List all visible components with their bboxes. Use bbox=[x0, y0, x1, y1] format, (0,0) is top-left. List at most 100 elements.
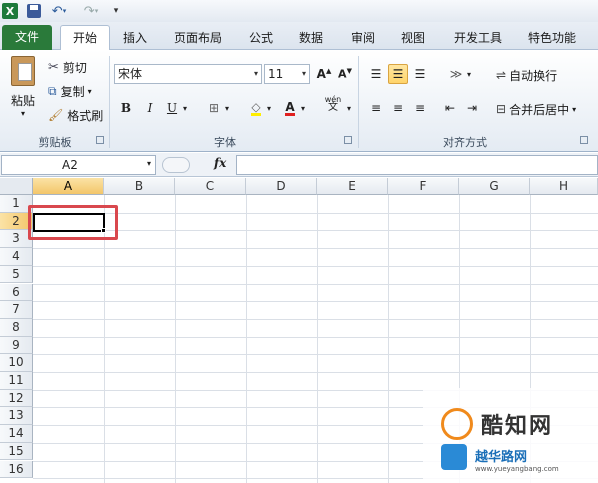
scissors-icon: ✂ bbox=[48, 59, 59, 75]
alignment-launcher-icon[interactable] bbox=[580, 136, 588, 144]
formula-bar-resize-handle[interactable] bbox=[162, 157, 190, 173]
clipboard-launcher-icon[interactable] bbox=[96, 136, 104, 144]
chevron-down-icon[interactable]: ▾ bbox=[344, 98, 354, 118]
grid-line bbox=[388, 195, 389, 483]
tab-insert[interactable]: 插入 bbox=[116, 27, 154, 49]
increase-font-size-button[interactable]: A▲ bbox=[314, 64, 334, 84]
orientation-icon[interactable]: ≫ bbox=[446, 64, 466, 84]
increase-indent-icon[interactable]: ⇥ bbox=[462, 98, 482, 118]
format-painter-button[interactable]: 🖌 格式刷 bbox=[48, 106, 103, 124]
grid-line bbox=[33, 265, 598, 267]
row-header-8[interactable]: 8 bbox=[0, 318, 33, 337]
column-header-g[interactable]: G bbox=[459, 178, 530, 195]
italic-button[interactable]: I bbox=[140, 98, 160, 118]
name-box[interactable]: A2 ▾ bbox=[1, 155, 156, 175]
borders-icon[interactable]: ⊞ bbox=[204, 98, 224, 118]
merge-center-button[interactable]: ⊟ 合并后居中 ▾ bbox=[496, 100, 576, 118]
column-header-b[interactable]: B bbox=[104, 178, 175, 195]
column-header-d[interactable]: D bbox=[246, 178, 317, 195]
align-bottom-icon[interactable]: ☰ bbox=[410, 64, 430, 84]
tab-view[interactable]: 视图 bbox=[394, 27, 432, 49]
row-header-11[interactable]: 11 bbox=[0, 372, 33, 390]
copy-button[interactable]: ⧉ 复制 ▾ bbox=[48, 82, 92, 100]
align-right-icon[interactable]: ≡ bbox=[410, 98, 430, 118]
chevron-down-icon[interactable]: ▾ bbox=[464, 64, 474, 84]
select-all-button[interactable] bbox=[0, 178, 33, 195]
merge-cells-icon: ⊟ bbox=[496, 102, 507, 116]
chevron-down-icon: ▾ bbox=[253, 69, 258, 78]
row-header-12[interactable]: 12 bbox=[0, 389, 33, 408]
customize-qat-icon[interactable]: ▾ bbox=[110, 3, 122, 19]
row-header-16[interactable]: 16 bbox=[0, 460, 33, 479]
paste-label: 粘贴 bbox=[10, 94, 35, 108]
decrease-font-size-button[interactable]: A▼ bbox=[335, 64, 355, 84]
column-header-h[interactable]: H bbox=[530, 178, 598, 195]
ribbon-tabs: 文件 开始 插入 页面布局 公式 数据 审阅 视图 开发工具 特色功能 bbox=[0, 22, 598, 51]
excel-logo-icon[interactable]: X bbox=[2, 3, 18, 19]
paintbrush-icon: 🖌 bbox=[48, 108, 64, 122]
tab-file[interactable]: 文件 bbox=[2, 25, 52, 50]
clipboard-group-label: 剪贴板 bbox=[38, 136, 72, 149]
align-left-icon[interactable]: ≡ bbox=[366, 98, 386, 118]
redo-icon[interactable]: ↷ ▾ bbox=[80, 3, 102, 19]
grid-line bbox=[33, 354, 598, 356]
chevron-down-icon: ▾ bbox=[572, 104, 577, 114]
font-size-combo[interactable]: 11 ▾ bbox=[264, 64, 310, 84]
fill-color-button[interactable]: ◇ bbox=[246, 98, 266, 118]
insert-function-icon[interactable]: fx bbox=[214, 156, 226, 170]
tab-formulas[interactable]: 公式 bbox=[242, 27, 280, 49]
tab-page-layout[interactable]: 页面布局 bbox=[168, 27, 228, 49]
grid-line bbox=[175, 195, 176, 483]
font-color-button[interactable]: A bbox=[280, 98, 300, 118]
cut-button[interactable]: ✂ 剪切 bbox=[48, 58, 87, 76]
divider bbox=[109, 56, 110, 148]
quick-access-toolbar: X ↶ ▾ ↷ ▾ ▾ bbox=[0, 0, 598, 22]
font-name-combo[interactable]: 宋体 ▾ bbox=[114, 64, 262, 84]
align-middle-icon[interactable]: ☰ bbox=[388, 64, 408, 84]
column-header-c[interactable]: C bbox=[175, 178, 246, 195]
chevron-down-icon[interactable]: ▾ bbox=[222, 98, 232, 118]
formula-input[interactable] bbox=[236, 155, 598, 175]
grid-line bbox=[33, 248, 598, 250]
chevron-down-icon: ▾ bbox=[20, 109, 25, 118]
wrap-text-button[interactable]: ⇌ 自动换行 bbox=[496, 66, 557, 84]
watermark-url: www.yueyangbang.com bbox=[475, 465, 559, 473]
row-header-14[interactable]: 14 bbox=[0, 425, 33, 443]
decrease-indent-icon[interactable]: ⇤ bbox=[440, 98, 460, 118]
row-header-13[interactable]: 13 bbox=[0, 407, 33, 426]
tab-special[interactable]: 特色功能 bbox=[522, 27, 582, 49]
tab-home[interactable]: 开始 bbox=[60, 25, 110, 51]
paste-button[interactable]: 粘贴 ▾ bbox=[6, 56, 40, 128]
row-header-4[interactable]: 4 bbox=[0, 248, 33, 266]
row-header-15[interactable]: 15 bbox=[0, 442, 33, 461]
copy-icon: ⧉ bbox=[48, 83, 57, 98]
undo-icon[interactable]: ↶ ▾ bbox=[48, 3, 70, 19]
font-group-label: 字体 bbox=[214, 136, 236, 149]
chevron-down-icon[interactable]: ▾ bbox=[298, 98, 308, 118]
row-header-6[interactable]: 6 bbox=[0, 283, 33, 302]
alignment-group-label: 对齐方式 bbox=[443, 136, 487, 149]
watermark-logo-icon bbox=[441, 408, 473, 440]
chevron-down-icon[interactable]: ▾ bbox=[180, 98, 190, 118]
row-header-9[interactable]: 9 bbox=[0, 336, 33, 355]
chevron-down-icon[interactable]: ▾ bbox=[264, 98, 274, 118]
column-header-f[interactable]: F bbox=[388, 178, 459, 195]
tab-review[interactable]: 审阅 bbox=[344, 27, 382, 49]
save-icon[interactable] bbox=[27, 3, 41, 19]
phonetic-guide-button[interactable]: wén 文 bbox=[320, 94, 346, 114]
font-launcher-icon[interactable] bbox=[344, 136, 352, 144]
column-header-a[interactable]: A bbox=[33, 178, 104, 195]
row-header-7[interactable]: 7 bbox=[0, 301, 33, 319]
align-top-icon[interactable]: ☰ bbox=[366, 64, 386, 84]
tab-developer[interactable]: 开发工具 bbox=[448, 27, 508, 49]
watermark: 酷知网 越华路网 www.yueyangbang.com bbox=[423, 388, 598, 483]
tab-data[interactable]: 数据 bbox=[292, 27, 330, 49]
watermark-brand-primary: 酷知网 bbox=[481, 414, 554, 439]
bold-button[interactable]: B bbox=[116, 98, 136, 118]
row-header-10[interactable]: 10 bbox=[0, 354, 33, 372]
column-header-e[interactable]: E bbox=[317, 178, 388, 195]
underline-button[interactable]: U bbox=[162, 98, 182, 118]
grid-line bbox=[246, 195, 247, 483]
row-header-5[interactable]: 5 bbox=[0, 265, 33, 284]
align-center-icon[interactable]: ≡ bbox=[388, 98, 408, 118]
